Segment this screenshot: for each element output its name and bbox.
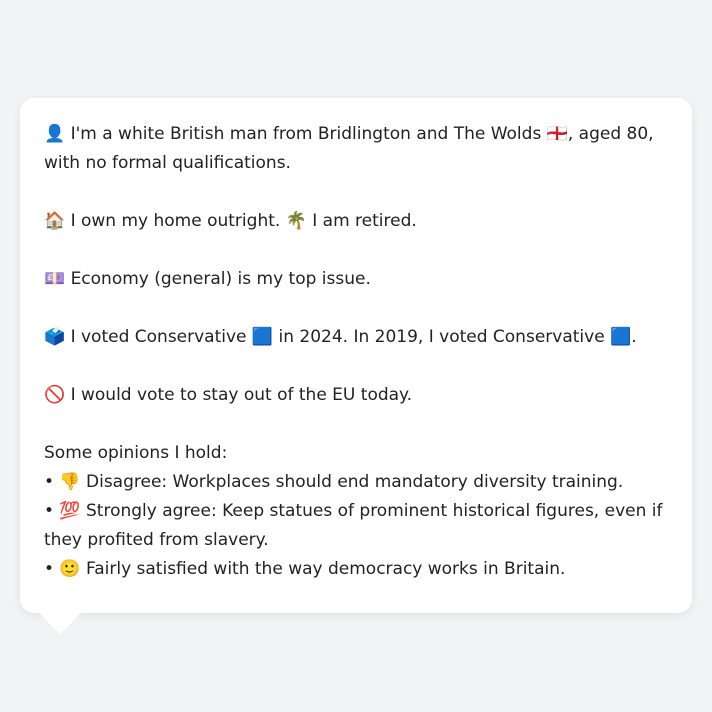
- opinions-heading: Some opinions I hold:: [44, 443, 228, 463]
- eu-text: 🚫 I would vote to stay out of the EU tod…: [44, 385, 413, 405]
- opinion-item: • 💯 Strongly agree: Keep statues of prom…: [44, 501, 663, 550]
- identity-text: 👤 I'm a white British man from Bridlingt…: [44, 124, 654, 173]
- bubble-tail: [38, 612, 82, 634]
- vote-text: 🗳️ I voted Conservative 🟦 in 2024. In 20…: [44, 327, 637, 347]
- vote-paragraph: 🗳️ I voted Conservative 🟦 in 2024. In 20…: [44, 323, 668, 352]
- opinion-item: • 👎 Disagree: Workplaces should end mand…: [44, 472, 624, 492]
- home-paragraph: 🏠 I own my home outright. 🌴 I am retired…: [44, 207, 668, 236]
- issue-paragraph: 💷 Economy (general) is my top issue.: [44, 265, 668, 294]
- opinions-paragraph: Some opinions I hold: • 👎 Disagree: Work…: [44, 439, 668, 584]
- identity-paragraph: 👤 I'm a white British man from Bridlingt…: [44, 120, 668, 178]
- message-bubble: 👤 I'm a white British man from Bridlingt…: [20, 98, 692, 613]
- opinion-item: • 🙂 Fairly satisfied with the way democr…: [44, 559, 566, 579]
- eu-paragraph: 🚫 I would vote to stay out of the EU tod…: [44, 381, 668, 410]
- home-text: 🏠 I own my home outright. 🌴 I am retired…: [44, 211, 417, 231]
- issue-text: 💷 Economy (general) is my top issue.: [44, 269, 371, 289]
